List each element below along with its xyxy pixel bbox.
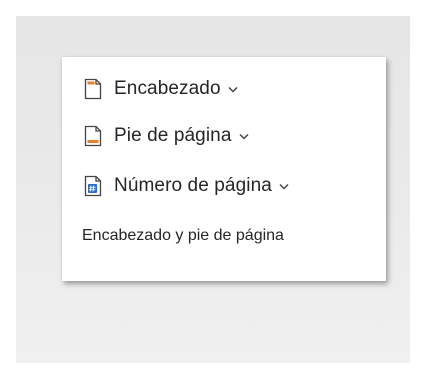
chevron-down-icon xyxy=(228,84,240,94)
page-number-icon xyxy=(82,173,104,199)
header-icon xyxy=(82,76,104,102)
chevron-down-icon xyxy=(279,181,291,191)
header-label: Encabezado xyxy=(114,78,221,99)
header-button[interactable]: Encabezado xyxy=(82,74,240,104)
page-number-label: Número de página xyxy=(114,175,272,196)
chevron-down-icon xyxy=(238,131,251,141)
group-label: Encabezado y pie de página xyxy=(82,227,284,244)
footer-icon xyxy=(82,123,104,149)
header-footer-group-panel: Encabezado Pie de página Número de págin… xyxy=(62,57,386,281)
footer-button[interactable]: Pie de página xyxy=(82,121,251,151)
page-number-button[interactable]: Número de página xyxy=(82,171,291,201)
footer-label: Pie de página xyxy=(114,125,232,146)
